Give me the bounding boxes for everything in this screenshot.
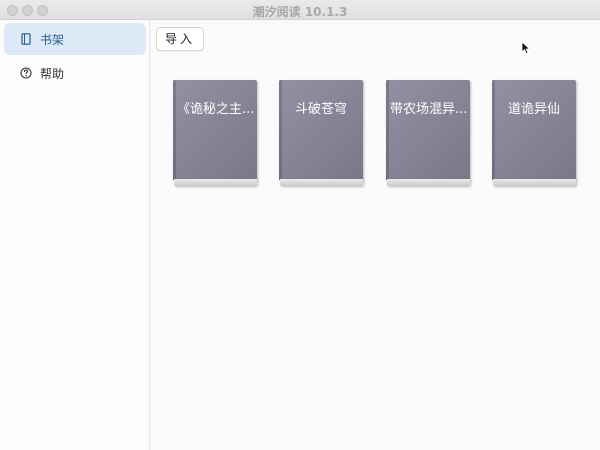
title-bar[interactable]: 潮汐阅读 10.1.3	[0, 0, 600, 20]
window-title: 潮汐阅读 10.1.3	[252, 5, 348, 19]
mouse-cursor-icon	[521, 41, 531, 55]
sidebar: 书架 帮助	[0, 20, 150, 450]
book-title: 斗破苍穹	[294, 102, 347, 117]
book-title: 带农场混异...	[390, 102, 466, 117]
app-window: 潮汐阅读 10.1.3 书架 帮助 导入 《诡秘之主... 斗破苍穹 带农场混异…	[0, 0, 600, 450]
book-cover: 《诡秘之主...	[173, 80, 257, 180]
book-pages	[174, 179, 257, 186]
book-card[interactable]: 带农场混异...	[386, 80, 470, 187]
sidebar-item-label: 帮助	[40, 66, 65, 81]
book-pages	[280, 179, 363, 186]
bookshelf-area: 导入 《诡秘之主... 斗破苍穹 带农场混异... 道诡异仙	[150, 20, 600, 450]
sidebar-item-help[interactable]: 帮助	[4, 57, 146, 89]
book-pages	[387, 179, 470, 186]
sidebar-item-label: 书架	[40, 32, 65, 47]
book-card[interactable]: 斗破苍穹	[279, 80, 363, 187]
book-title: 道诡异仙	[507, 102, 560, 117]
question-circle-icon	[20, 67, 32, 79]
book-title: 《诡秘之主...	[177, 102, 253, 117]
book-cover: 道诡异仙	[492, 80, 576, 180]
book-cover: 带农场混异...	[386, 80, 470, 180]
book-pages	[493, 179, 576, 186]
book-card[interactable]: 道诡异仙	[492, 80, 576, 187]
book-cover: 斗破苍穹	[279, 80, 363, 180]
import-button[interactable]: 导入	[156, 27, 204, 51]
sidebar-item-bookshelf[interactable]: 书架	[4, 23, 146, 55]
book-card[interactable]: 《诡秘之主...	[173, 80, 257, 187]
book-icon	[20, 33, 32, 45]
